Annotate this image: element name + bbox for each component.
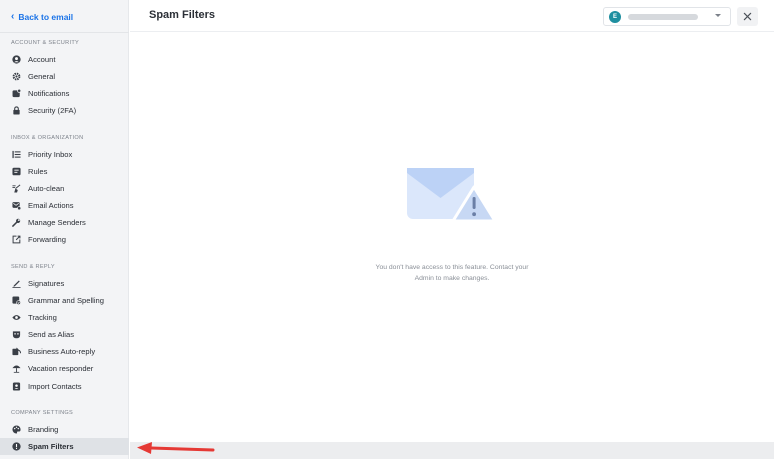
bottom-bar [130,442,774,459]
close-button[interactable] [737,7,758,26]
sidebar-item-signatures[interactable]: Signatures [0,275,129,292]
lock-icon [12,106,21,115]
sidebar-item-spam-filters[interactable]: Spam Filters [0,438,129,455]
sidebar-item-rules[interactable]: Rules [0,163,129,180]
broom-icon [12,184,21,193]
grammar-icon [12,296,21,305]
user-circle-icon [12,55,21,64]
sidebar-item-label: Import Contacts [28,382,82,391]
priority-list-icon [12,150,21,159]
pen-icon [12,279,21,288]
sidebar-item-notifications[interactable]: Notifications [0,85,129,102]
notification-icon [12,89,21,98]
redacted-account-email [628,13,698,20]
sidebar-item-general[interactable]: General [0,68,129,85]
sidebar-item-label: Business Auto-reply [28,347,96,356]
chevron-left-icon: ‹ [11,11,15,22]
rules-icon [12,167,21,176]
sidebar-item-label: Security (2FA) [28,106,77,115]
back-to-email-label: Back to email [18,12,74,22]
sidebar-item-branding[interactable]: Branding [0,421,129,438]
sidebar-divider [0,32,129,33]
sidebar-item-email-actions[interactable]: Email Actions [0,197,129,214]
section-title-company-settings: COMPANY SETTINGS [11,410,74,416]
sidebar-item-priority-inbox[interactable]: Priority Inbox [0,146,129,163]
sidebar-item-label: Grammar and Spelling [28,296,104,305]
sidebar-item-forwarding[interactable]: Forwarding [0,231,129,248]
sidebar-item-label: Vacation responder [28,364,94,373]
page-header: Spam Filters E [130,0,774,32]
chevron-down-icon [715,14,721,17]
email-actions-icon [12,201,21,210]
sidebar-item-label: Spam Filters [28,442,74,451]
sidebar-item-label: Notifications [28,89,70,98]
sidebar-item-label: Rules [28,167,48,176]
palette-icon [12,425,21,434]
page-title: Spam Filters [149,9,216,21]
sidebar-item-manage-senders[interactable]: Manage Senders [0,214,129,231]
eye-icon [12,313,21,322]
sidebar-item-label: Signatures [28,279,65,288]
wrench-icon [12,218,21,227]
mask-icon [12,330,21,339]
umbrella-icon [12,364,21,373]
sidebar-item-label: Send as Alias [28,330,75,339]
alert-circle-icon [12,442,21,451]
auto-reply-icon [12,347,21,356]
account-selector[interactable]: E [603,7,731,26]
settings-sidebar: ‹ Back to email ACCOUNT & SECURITY Accou… [0,0,129,459]
envelope-warning-icon [407,168,496,223]
contacts-icon [12,382,21,391]
section-title-send-reply: SEND & REPLY [11,264,55,270]
section-title-inbox-organization: INBOX & ORGANIZATION [11,135,84,141]
close-icon [743,12,752,21]
sidebar-item-label: Tracking [28,313,57,322]
section-title-account-security: ACCOUNT & SECURITY [11,40,80,46]
sidebar-item-grammar-spelling[interactable]: Grammar and Spelling [0,292,129,309]
forward-icon [12,235,21,244]
sidebar-item-label: Email Actions [28,201,74,210]
no-access-message-line-1: You don't have access to this feature. C… [375,264,529,271]
back-to-email-link[interactable]: ‹ Back to email [11,10,73,24]
avatar: E [609,10,621,23]
sidebar-item-auto-clean[interactable]: Auto-clean [0,180,129,197]
sidebar-item-send-as-alias[interactable]: Send as Alias [0,326,129,343]
sidebar-item-import-contacts[interactable]: Import Contacts [0,378,129,395]
sidebar-item-label: Account [28,55,56,64]
sidebar-item-label: Branding [28,425,59,434]
sidebar-item-label: Priority Inbox [28,150,73,159]
sidebar-item-label: Manage Senders [28,218,86,227]
no-access-message-line-2: Admin to make changes. [414,275,490,282]
sidebar-item-label: General [28,72,56,81]
sidebar-item-label: Forwarding [28,235,66,244]
red-arrow-annotation-icon [137,442,215,454]
sidebar-item-label: Auto-clean [28,184,65,193]
gear-icon [12,72,21,81]
sidebar-item-tracking[interactable]: Tracking [0,309,129,326]
sidebar-item-vacation-responder[interactable]: Vacation responder [0,360,129,377]
no-access-message: You don't have access to this feature. C… [352,262,552,284]
sidebar-item-account[interactable]: Account [0,51,129,68]
sidebar-item-business-auto-reply[interactable]: Business Auto-reply [0,343,129,360]
sidebar-item-security[interactable]: Security (2FA) [0,102,129,119]
